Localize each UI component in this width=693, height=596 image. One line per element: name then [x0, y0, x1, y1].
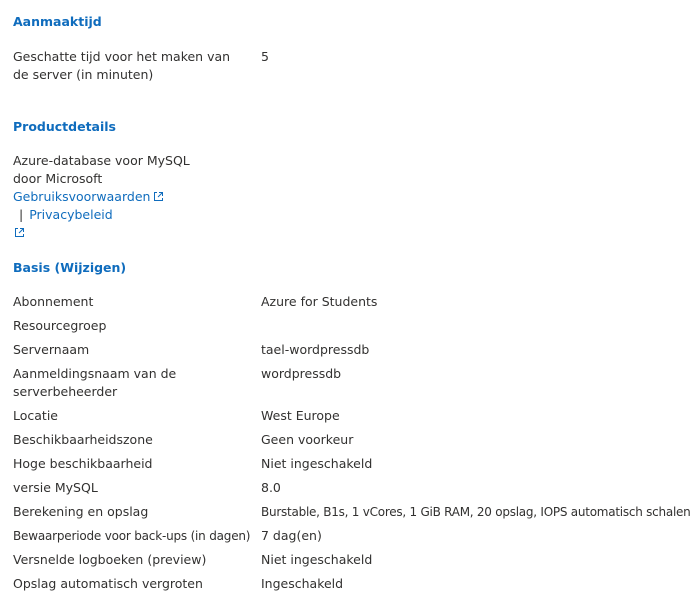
row-value-availability-zone: Geen voorkeur — [261, 432, 354, 447]
section-title-product-details: Productdetails — [13, 119, 116, 134]
row-value-backup-retention: 7 dag(en) — [261, 528, 322, 543]
row-label-availability-zone: Beschikbaarheidszone — [13, 432, 153, 447]
product-name: Azure-database voor MySQL — [13, 153, 190, 168]
row-value-compute-storage: Burstable, B1s, 1 vCores, 1 GiB RAM, 20 … — [261, 505, 691, 519]
row-label-server-name: Servernaam — [13, 342, 90, 357]
external-link-icon — [154, 192, 164, 201]
privacy-link-label: Privacybeleid — [29, 207, 113, 222]
row-value-subscription: Azure for Students — [261, 294, 378, 309]
privacy-external-link[interactable] — [13, 225, 25, 240]
link-separator: | — [19, 207, 24, 222]
row-value-high-availability: Niet ingeschakeld — [261, 456, 373, 471]
row-value-server-name: tael-wordpressdb — [261, 342, 370, 357]
row-value-location: West Europe — [261, 408, 340, 423]
row-label-estimated-time: Geschatte tijd voor het maken van de ser… — [13, 49, 231, 82]
row-label-admin-login: Aanmeldingsnaam van de serverbeheerder — [13, 366, 177, 399]
privacy-link[interactable]: Privacybeleid — [29, 207, 112, 222]
row-value-storage-autogrow: Ingeschakeld — [261, 576, 344, 591]
section-title-basics[interactable]: Basis (Wijzigen) — [13, 260, 126, 275]
row-value-estimated-time: 5 — [261, 49, 269, 64]
row-value-mysql-version: 8.0 — [261, 480, 281, 495]
row-value-admin-login: wordpressdb — [261, 366, 342, 381]
row-label-high-availability: Hoge beschikbaarheid — [13, 456, 153, 471]
section-title-basics-label: Basis (Wijzigen) — [13, 260, 127, 275]
row-label-subscription: Abonnement — [13, 294, 94, 309]
external-link-icon — [15, 228, 24, 237]
product-links: Gebruiksvoorwaarden | Privacybeleid — [13, 188, 263, 242]
row-label-resource-group: Resourcegroep — [13, 318, 107, 333]
terms-link-label: Gebruiksvoorwaarden — [13, 189, 151, 204]
terms-link[interactable]: Gebruiksvoorwaarden — [13, 189, 164, 204]
row-label-storage-autogrow: Opslag automatisch vergroten — [13, 576, 203, 591]
product-publisher: door Microsoft — [13, 171, 103, 186]
row-label-mysql-version: versie MySQL — [13, 480, 98, 495]
row-label-compute-storage: Berekening en opslag — [13, 504, 149, 519]
row-label-accelerated-logs: Versnelde logboeken (preview) — [13, 552, 207, 567]
row-value-accelerated-logs: Niet ingeschakeld — [261, 552, 373, 567]
row-label-location: Locatie — [13, 408, 58, 423]
section-title-creation-time: Aanmaaktijd — [13, 14, 102, 29]
row-label-backup-retention: Bewaarperiode voor back-ups (in dagen) — [13, 529, 251, 543]
